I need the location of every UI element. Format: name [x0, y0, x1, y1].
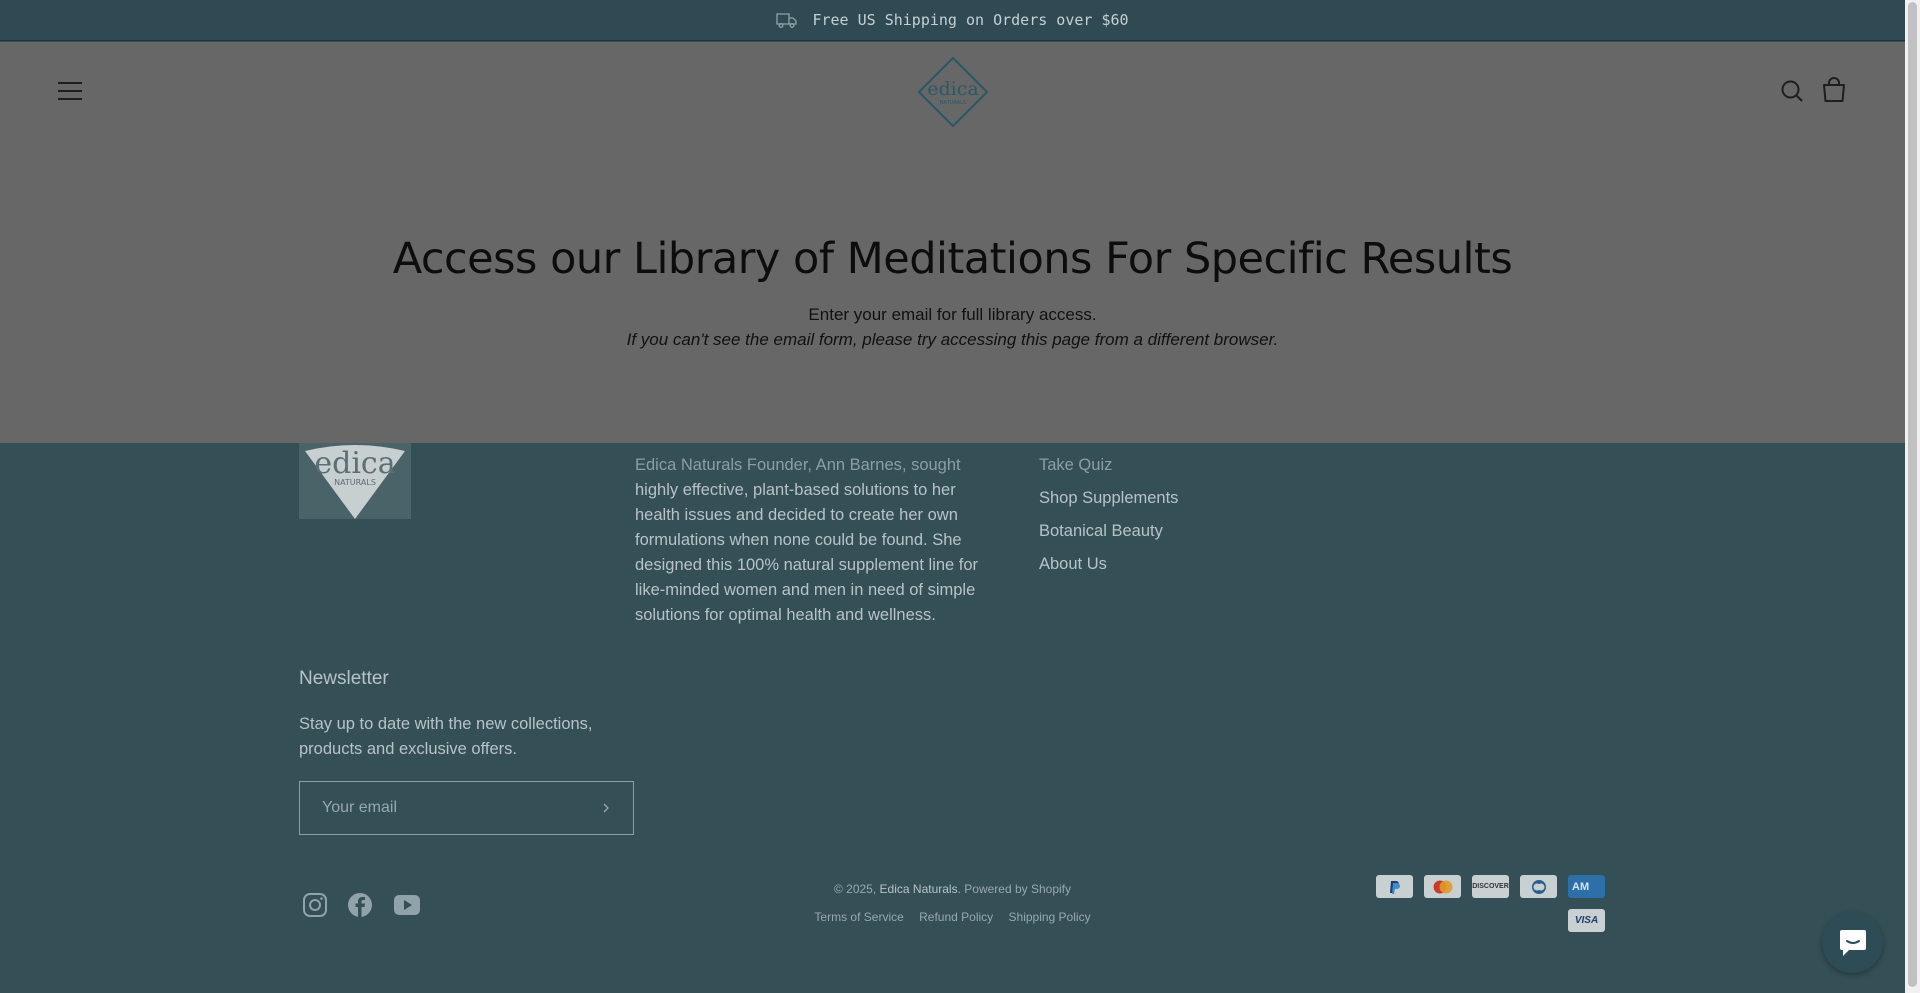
policy-link-refund[interactable]: Refund Policy: [919, 910, 993, 924]
hero-section: Access our Library of Meditations For Sp…: [0, 142, 1905, 443]
announcement-bar: Free US Shipping on Orders over $60: [0, 0, 1905, 41]
chat-button[interactable]: [1822, 912, 1883, 973]
about-text: highly effective, plant-based solutions …: [635, 481, 979, 624]
policy-links: Terms of Service Refund Policy Shipping …: [0, 910, 1905, 924]
copyright-brand-link[interactable]: Edica Naturals: [880, 882, 958, 896]
mastercard-icon: [1424, 875, 1461, 898]
hamburger-icon[interactable]: [58, 82, 82, 100]
search-icon[interactable]: [1780, 79, 1804, 103]
amex-icon: AM: [1568, 875, 1605, 898]
truck-icon: [776, 13, 798, 28]
footer-logo[interactable]: edica NATURALS: [299, 443, 411, 519]
hero-subtitle: Enter your email for full library access…: [808, 305, 1097, 324]
discover-label: DISCOVER: [1472, 883, 1509, 890]
svg-text:NATURALS: NATURALS: [940, 100, 966, 106]
footer-link-take-quiz[interactable]: Take Quiz: [1039, 453, 1178, 486]
email-input[interactable]: [322, 799, 601, 817]
announcement-text: Free US Shipping on Orders over $60: [812, 11, 1129, 29]
footer-link-botanical-beauty[interactable]: Botanical Beauty: [1039, 519, 1178, 552]
scrollbar[interactable]: [1905, 0, 1920, 993]
discover-icon: DISCOVER: [1472, 875, 1509, 898]
page-title: Access our Library of Meditations For Sp…: [392, 234, 1513, 284]
footer-link-about-us[interactable]: About Us: [1039, 552, 1178, 585]
footer-link-shop-supplements[interactable]: Shop Supplements: [1039, 486, 1178, 519]
shopping-bag-icon[interactable]: [1822, 77, 1846, 103]
chevron-right-icon[interactable]: [601, 802, 611, 814]
site-logo[interactable]: edica NATURALS: [917, 56, 989, 128]
footer-about: Edica Naturals Founder, Ann Barnes, soug…: [635, 453, 995, 628]
visa-label: VISA: [1574, 915, 1599, 926]
diners-club-icon: [1520, 875, 1557, 898]
svg-text:edica: edica: [927, 78, 978, 100]
copyright-suffix: . Powered by Shopify: [957, 882, 1071, 896]
policy-link-terms[interactable]: Terms of Service: [814, 910, 903, 924]
hero-note: If you can't see the email form, please …: [626, 330, 1279, 349]
footer-links: Take Quiz Shop Supplements Botanical Bea…: [1039, 453, 1178, 585]
svg-text:edica: edica: [314, 446, 395, 481]
newsletter-text: Stay up to date with the new collections…: [299, 715, 593, 758]
newsletter-form: [299, 781, 634, 835]
scrollbar-thumb[interactable]: [1908, 2, 1917, 987]
visa-icon: VISA: [1568, 909, 1605, 932]
paypal-icon: [1376, 875, 1413, 898]
svg-text:NATURALS: NATURALS: [334, 478, 376, 487]
site-header: edica NATURALS: [0, 42, 1905, 142]
copyright-prefix: © 2025,: [833, 882, 877, 896]
chat-bubble-icon: [1839, 929, 1866, 956]
copyright: © 2025, Edica Naturals. Powered by Shopi…: [0, 882, 1905, 896]
newsletter-title: Newsletter: [299, 668, 389, 689]
policy-link-shipping[interactable]: Shipping Policy: [1009, 910, 1091, 924]
about-first-line: Edica Naturals Founder, Ann Barnes, soug…: [635, 456, 961, 474]
